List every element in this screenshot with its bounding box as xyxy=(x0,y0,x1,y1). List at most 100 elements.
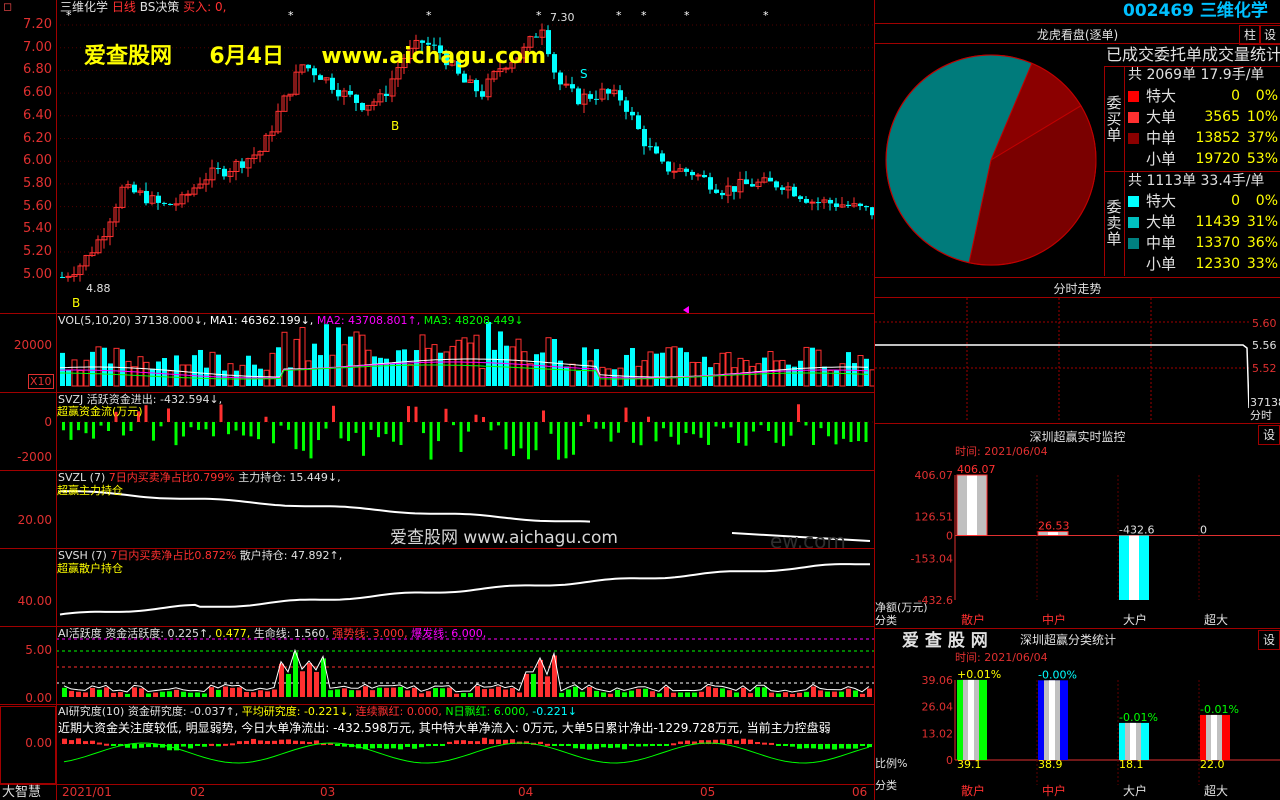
brand-box xyxy=(0,706,56,784)
flow-bar-out xyxy=(564,422,568,459)
sell-row-pct: 31% xyxy=(1246,214,1278,230)
volume-bar xyxy=(695,361,702,387)
volume-bar xyxy=(281,331,288,387)
star-marker: * xyxy=(426,9,432,22)
activity-bar xyxy=(650,691,655,697)
research-bar xyxy=(846,744,851,749)
settings-button-3[interactable]: 设 xyxy=(1258,630,1280,650)
activity-bar xyxy=(237,687,242,697)
activity-bar xyxy=(825,691,830,697)
research-bar xyxy=(258,740,263,744)
research-bar xyxy=(573,744,578,749)
buy-row-value: 0 xyxy=(1231,88,1240,104)
candle-body xyxy=(60,276,65,278)
volume-bar xyxy=(222,370,227,386)
vol-ma1: MA1: 46362.199↓, xyxy=(209,314,314,327)
period-label[interactable]: 日线 xyxy=(112,0,136,14)
corner-icon[interactable]: ◻ xyxy=(3,0,12,13)
classify-title: 深圳超赢分类统计 xyxy=(1020,633,1117,647)
volume-bar xyxy=(198,349,203,386)
price-tick: 6.80 xyxy=(23,62,52,78)
price-tick: 6.60 xyxy=(23,85,52,101)
monitor-tick: -153.04 xyxy=(911,552,953,565)
monitor-title: 深圳超赢实时监控 xyxy=(1029,430,1126,444)
svsh-label: SVSH (7) xyxy=(58,549,107,562)
volume-bar xyxy=(390,363,395,386)
research-bar xyxy=(790,744,795,747)
buy-row-pct: 10% xyxy=(1246,109,1278,125)
flow-bar-out xyxy=(774,422,778,443)
flow-bar-out xyxy=(527,422,530,460)
classify-category: 中户 xyxy=(1042,783,1066,798)
research-bar xyxy=(636,744,641,747)
flow-bar-out xyxy=(362,422,365,456)
candle-body xyxy=(618,90,623,101)
candle-body xyxy=(804,198,809,203)
intraday-chart[interactable] xyxy=(875,298,1249,422)
monitor-category: 大户 xyxy=(1123,612,1147,625)
settings-button-1[interactable]: 设 xyxy=(1259,25,1280,45)
volume-bar xyxy=(864,358,869,386)
flow-bar-in xyxy=(587,414,590,422)
sell-total: 共 1113单 33.4手/单 xyxy=(1128,173,1265,189)
research-bar xyxy=(237,741,242,744)
star-marker: * xyxy=(616,9,622,22)
range-marker xyxy=(683,306,689,313)
column-button[interactable]: 柱 xyxy=(1239,25,1261,45)
flow-bar-in xyxy=(414,406,418,422)
activity-bar xyxy=(727,690,732,697)
activity-bar xyxy=(391,687,396,697)
activity-bar xyxy=(545,676,550,697)
volume-bar xyxy=(665,347,672,387)
volume-bar xyxy=(305,360,312,387)
vol-ma2: MA2: 43708.801↑, xyxy=(316,314,421,327)
research-bar xyxy=(734,740,739,744)
research-bar xyxy=(818,744,823,750)
research-bar xyxy=(776,744,781,746)
activity-bar xyxy=(573,686,578,697)
flow-bar-out xyxy=(452,422,455,426)
research-bar xyxy=(405,744,410,747)
research-bar xyxy=(601,744,606,748)
volume-bar xyxy=(509,346,516,387)
research-bar xyxy=(195,744,200,746)
activity-bar xyxy=(447,687,452,697)
settings-button-2[interactable]: 设 xyxy=(1258,425,1280,445)
research-bar xyxy=(384,744,389,749)
volume-bar xyxy=(329,354,336,387)
sell-row-label: 小单 xyxy=(1146,255,1177,273)
research-bar xyxy=(370,744,375,749)
candle-body xyxy=(420,40,425,43)
activity-bar xyxy=(580,691,585,697)
activity-bar xyxy=(629,690,634,697)
sell-row-swatch xyxy=(1128,259,1139,270)
volume-bar xyxy=(684,352,689,386)
research-bar xyxy=(769,742,774,745)
monitor-value: 26.53 xyxy=(1038,520,1070,533)
activity-bar xyxy=(251,692,256,697)
order-pie-chart[interactable] xyxy=(876,45,1106,275)
activity-bar xyxy=(594,690,599,697)
classify-bar-chart[interactable]: 39.06 26.04 13.02 0 +0.01% 39.1 散户 -0.00% 38.9 中户… xyxy=(875,660,1280,800)
candle-body xyxy=(216,168,221,170)
activity-bar xyxy=(489,688,494,697)
flow-bar-out xyxy=(152,422,155,441)
flow-bar-out xyxy=(519,422,523,449)
candle-body xyxy=(384,93,389,97)
activity-line xyxy=(63,648,870,693)
flow-bar-out xyxy=(107,422,110,431)
sell-row-value: 13370 xyxy=(1195,235,1240,251)
activity-bar xyxy=(797,692,802,697)
research-bar xyxy=(685,740,690,744)
aihy-axis-top: 5.00 xyxy=(25,643,52,657)
watermark-url: www.aichagu.com xyxy=(321,44,547,69)
activity-bar xyxy=(818,690,823,697)
volume-bar xyxy=(324,324,329,386)
monitor-bar-chart[interactable]: 406.07 126.51 0 -153.04 -432.6 406.07 散户 26.53 中… xyxy=(875,455,1280,625)
flow-bar-out xyxy=(422,422,425,434)
flow-bar-in xyxy=(219,404,223,422)
aihy-t1: 资金活跃度: 0.225↑, xyxy=(105,627,212,640)
flow-bar-out xyxy=(849,422,853,443)
activity-bar xyxy=(349,690,354,697)
flow-bar-out xyxy=(572,422,575,455)
